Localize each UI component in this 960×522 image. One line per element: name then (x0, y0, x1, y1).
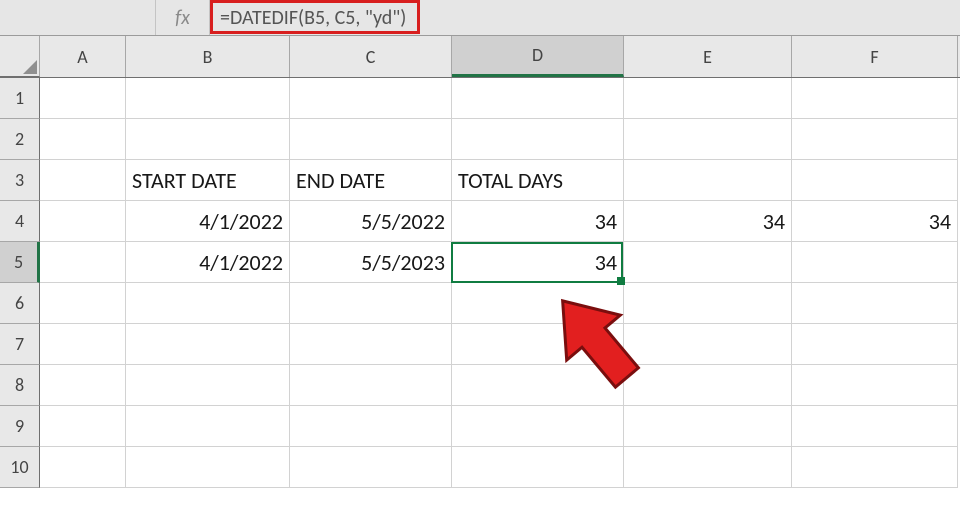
row-header-5[interactable]: 5 (0, 242, 40, 283)
cell-b7[interactable] (126, 324, 290, 365)
row-header-3[interactable]: 3 (0, 160, 40, 201)
cell-d7[interactable] (452, 324, 624, 365)
cell-b4[interactable]: 4/1/2022 (126, 201, 290, 242)
cell-a1[interactable] (40, 78, 126, 119)
cell-e2[interactable] (624, 119, 792, 160)
column-header-c[interactable]: C (290, 36, 452, 77)
row-header-9[interactable]: 9 (0, 406, 40, 447)
cell-b8[interactable] (126, 365, 290, 406)
column-header-d[interactable]: D (452, 36, 624, 77)
cell-f8[interactable] (792, 365, 958, 406)
cell-c4[interactable]: 5/5/2022 (290, 201, 452, 242)
cell-e9[interactable] (624, 406, 792, 447)
cell-d5[interactable]: 34 (452, 242, 624, 283)
cell-f5[interactable] (792, 242, 958, 283)
cell-c7[interactable] (290, 324, 452, 365)
cell-d9[interactable] (452, 406, 624, 447)
cell-f2[interactable] (792, 119, 958, 160)
cell-c5[interactable]: 5/5/2023 (290, 242, 452, 283)
fx-icon[interactable]: fx (156, 0, 210, 35)
formula-bar: fx =DATEDIF(B5, C5, "yd") (0, 0, 960, 36)
row-header-7[interactable]: 7 (0, 324, 40, 365)
cell-c8[interactable] (290, 365, 452, 406)
cell-a8[interactable] (40, 365, 126, 406)
formula-text: =DATEDIF(B5, C5, "yd") (220, 6, 406, 30)
cell-d6[interactable] (452, 283, 624, 324)
cell-f9[interactable] (792, 406, 958, 447)
cell-e1[interactable] (624, 78, 792, 119)
cell-c10[interactable] (290, 447, 452, 488)
cell-f6[interactable] (792, 283, 958, 324)
cell-d2[interactable] (452, 119, 624, 160)
cell-c3[interactable]: END DATE (290, 160, 452, 201)
cell-b9[interactable] (126, 406, 290, 447)
formula-input[interactable]: =DATEDIF(B5, C5, "yd") (210, 0, 960, 35)
row-header-4[interactable]: 4 (0, 201, 40, 242)
cell-a6[interactable] (40, 283, 126, 324)
cell-d3[interactable]: TOTAL DAYS (452, 160, 624, 201)
row-header-2[interactable]: 2 (0, 119, 40, 160)
cell-c6[interactable] (290, 283, 452, 324)
cell-d1[interactable] (452, 78, 624, 119)
cell-e7[interactable] (624, 324, 792, 365)
cell-a7[interactable] (40, 324, 126, 365)
cell-f4[interactable]: 34 (792, 201, 958, 242)
cell-a3[interactable] (40, 160, 126, 201)
cell-e3[interactable] (624, 160, 792, 201)
cell-e5[interactable] (624, 242, 792, 283)
cell-e4[interactable]: 34 (624, 201, 792, 242)
cell-b3[interactable]: START DATE (126, 160, 290, 201)
column-header-f[interactable]: F (792, 36, 958, 77)
cell-f1[interactable] (792, 78, 958, 119)
cell-e6[interactable] (624, 283, 792, 324)
cell-f3[interactable] (792, 160, 958, 201)
cell-a10[interactable] (40, 447, 126, 488)
cell-c2[interactable] (290, 119, 452, 160)
cell-b1[interactable] (126, 78, 290, 119)
cell-d4[interactable]: 34 (452, 201, 624, 242)
cell-d10[interactable] (452, 447, 624, 488)
row-header-1[interactable]: 1 (0, 78, 40, 119)
cell-e8[interactable] (624, 365, 792, 406)
column-header-a[interactable]: A (40, 36, 126, 77)
cell-a9[interactable] (40, 406, 126, 447)
name-box[interactable] (0, 0, 156, 35)
column-header-e[interactable]: E (624, 36, 792, 77)
row-header-8[interactable]: 8 (0, 365, 40, 406)
column-headers: A B C D E F (0, 36, 960, 78)
cell-e10[interactable] (624, 447, 792, 488)
cell-b2[interactable] (126, 119, 290, 160)
cell-b10[interactable] (126, 447, 290, 488)
cell-a2[interactable] (40, 119, 126, 160)
cell-a4[interactable] (40, 201, 126, 242)
cell-c1[interactable] (290, 78, 452, 119)
cell-f10[interactable] (792, 447, 958, 488)
worksheet-grid: 1 2 3 START DATE END DATE TOTAL DAYS 4 4… (0, 78, 960, 488)
cell-d8[interactable] (452, 365, 624, 406)
column-header-b[interactable]: B (126, 36, 290, 77)
cell-b5[interactable]: 4/1/2022 (126, 242, 290, 283)
row-header-10[interactable]: 10 (0, 447, 40, 488)
cell-f7[interactable] (792, 324, 958, 365)
cell-a5[interactable] (40, 242, 126, 283)
select-all-corner[interactable] (0, 36, 40, 77)
row-header-6[interactable]: 6 (0, 283, 40, 324)
cell-b6[interactable] (126, 283, 290, 324)
cell-c9[interactable] (290, 406, 452, 447)
